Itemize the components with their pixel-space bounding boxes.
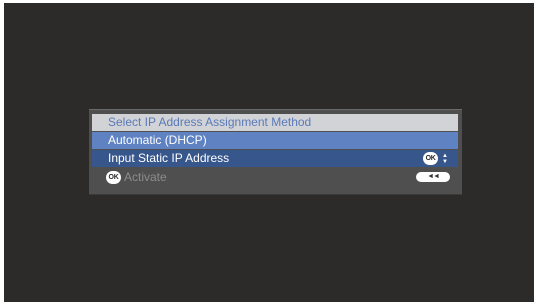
- up-down-arrows-icon: ▲ ▼: [442, 153, 448, 165]
- activate-action[interactable]: OK Activate: [106, 169, 167, 185]
- navigation-hint: OK ▲ ▼: [423, 152, 448, 165]
- back-button[interactable]: ◄◄: [416, 172, 450, 182]
- activate-label: Activate: [124, 170, 167, 184]
- down-arrow-icon: ▼: [442, 158, 448, 165]
- back-arrows-icon: ◄◄: [427, 173, 440, 180]
- option-static-ip-label: Input Static IP Address: [108, 151, 230, 165]
- tv-screen: Select IP Address Assignment Method Auto…: [4, 3, 534, 302]
- option-automatic-dhcp-label: Automatic (DHCP): [108, 133, 207, 147]
- dialog-title: Select IP Address Assignment Method: [92, 114, 458, 131]
- ok-button-icon: OK: [106, 170, 121, 184]
- ok-button-icon: OK: [423, 152, 439, 165]
- ip-assignment-dialog: Select IP Address Assignment Method Auto…: [89, 109, 462, 195]
- option-automatic-dhcp[interactable]: Automatic (DHCP): [92, 132, 458, 149]
- option-static-ip[interactable]: Input Static IP Address OK ▲ ▼: [92, 150, 458, 167]
